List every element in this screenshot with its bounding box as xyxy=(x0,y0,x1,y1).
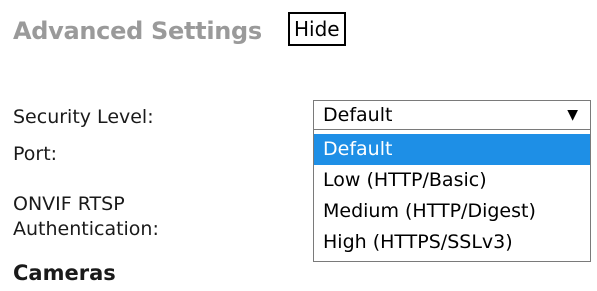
authentication-label: Authentication: xyxy=(13,218,159,240)
port-label: Port: xyxy=(13,143,58,165)
security-level-dropdown: Default Low (HTTP/Basic) Medium (HTTP/Di… xyxy=(313,129,591,262)
triangle-down-icon: ▼ xyxy=(567,107,578,123)
option-high-https-sslv3[interactable]: High (HTTPS/SSLv3) xyxy=(314,227,590,258)
security-level-selected-value: Default xyxy=(323,104,393,126)
option-medium-http-digest[interactable]: Medium (HTTP/Digest) xyxy=(314,196,590,227)
security-level-select[interactable]: Default ▼ xyxy=(313,100,591,130)
security-level-label: Security Level: xyxy=(13,106,154,128)
cameras-heading: Cameras xyxy=(13,261,116,285)
advanced-settings-title: Advanced Settings xyxy=(13,17,262,45)
option-default[interactable]: Default xyxy=(314,134,590,165)
onvif-rtsp-label: ONVIF RTSP xyxy=(13,193,125,215)
hide-button[interactable]: Hide xyxy=(288,12,346,46)
option-low-http-basic[interactable]: Low (HTTP/Basic) xyxy=(314,165,590,196)
